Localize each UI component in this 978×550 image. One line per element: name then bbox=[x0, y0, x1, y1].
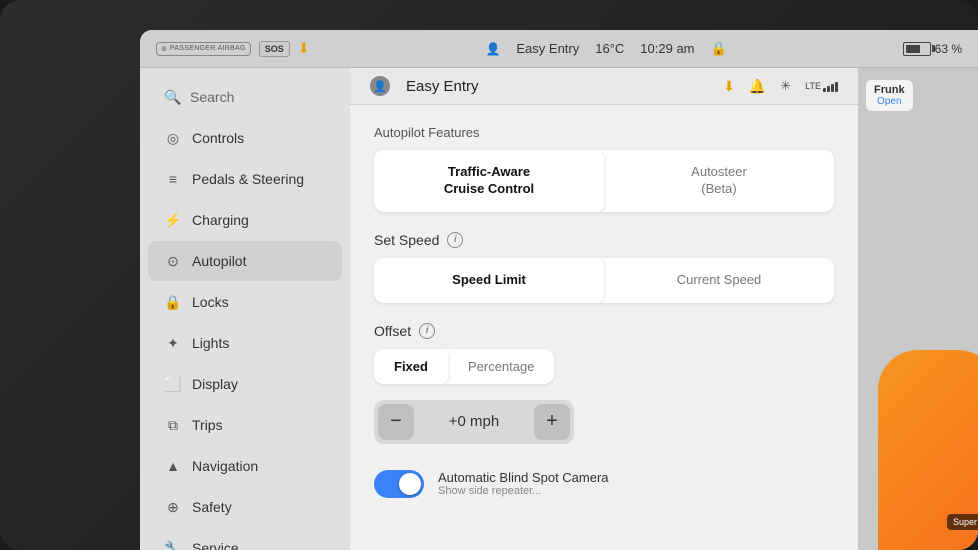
charging-icon: ⚡ bbox=[164, 211, 182, 229]
auto-blind-row: Automatic Blind Spot Camera Show side re… bbox=[374, 464, 834, 504]
topbar-icons: ⬇ 🔔 ✳ LTE bbox=[723, 78, 838, 95]
status-left: ⊘ PASSENGER AIRBAG SOS ⬇ bbox=[156, 40, 309, 57]
settings-content: Autopilot Features Traffic-Aware Cruise … bbox=[350, 105, 858, 550]
sidebar-item-pedals[interactable]: ≡ Pedals & Steering bbox=[148, 159, 342, 199]
main-topbar-title: Easy Entry bbox=[406, 78, 707, 95]
easy-entry-status: Easy Entry bbox=[516, 41, 579, 56]
sidebar-item-search[interactable]: 🔍 Search bbox=[148, 80, 342, 114]
speed-plus-btn[interactable]: + bbox=[534, 404, 570, 440]
temperature: 16°C bbox=[595, 41, 624, 56]
signal-bar-2 bbox=[827, 86, 830, 92]
locks-icon: 🔒 bbox=[164, 293, 182, 311]
set-speed-info-icon[interactable]: i bbox=[447, 232, 463, 248]
auto-blind-toggle[interactable] bbox=[374, 470, 424, 498]
signal-bar-4 bbox=[835, 82, 838, 92]
user-avatar: 👤 bbox=[370, 76, 390, 96]
service-icon: 🔧 bbox=[164, 539, 182, 550]
offset-label: Offset bbox=[374, 323, 411, 339]
signal-bar-3 bbox=[831, 84, 834, 92]
sidebar-item-display[interactable]: ⬜ Display bbox=[148, 364, 342, 404]
main-panel: 👤 Easy Entry ⬇ 🔔 ✳ LTE bbox=[350, 68, 858, 550]
trips-icon: ⧉ bbox=[164, 416, 182, 434]
signal-bar-1 bbox=[823, 88, 826, 92]
status-bar: ⊘ PASSENGER AIRBAG SOS ⬇ 👤 Easy Entry 16… bbox=[140, 30, 978, 68]
lte-signal-group: LTE bbox=[805, 80, 838, 92]
battery-fill bbox=[906, 45, 920, 53]
fixed-btn[interactable]: Fixed bbox=[374, 349, 448, 384]
status-center: 👤 Easy Entry 16°C 10:29 am 🔒 bbox=[321, 41, 890, 57]
offset-toggle-group: Fixed Percentage bbox=[374, 349, 554, 384]
download-status-icon: ⬇ bbox=[298, 40, 310, 57]
autosteer-btn[interactable]: Autosteer (Beta) bbox=[604, 150, 834, 212]
current-speed-btn[interactable]: Current Speed bbox=[604, 258, 834, 303]
lte-label: LTE bbox=[805, 81, 821, 91]
signal-bars bbox=[823, 80, 838, 92]
auto-blind-sublabel: Show side repeater... bbox=[438, 485, 609, 497]
clock: 10:29 am bbox=[640, 41, 694, 56]
speed-adjuster: − +0 mph + bbox=[374, 400, 574, 444]
traffic-cruise-btn[interactable]: Traffic-Aware Cruise Control bbox=[374, 150, 604, 212]
set-speed-label: Set Speed bbox=[374, 232, 439, 248]
sos-badge: SOS bbox=[259, 41, 290, 57]
status-right: 63 % bbox=[903, 42, 962, 56]
pedals-icon: ≡ bbox=[164, 170, 182, 188]
screen-wrapper: ⊘ PASSENGER AIRBAG SOS ⬇ 👤 Easy Entry 16… bbox=[0, 0, 978, 550]
car-panel: Frunk Open Super bbox=[858, 68, 978, 550]
super-badge: Super bbox=[947, 514, 978, 530]
sidebar-item-navigation[interactable]: ▲ Navigation bbox=[148, 446, 342, 486]
speed-limit-btn[interactable]: Speed Limit bbox=[374, 258, 604, 303]
auto-blind-text-group: Automatic Blind Spot Camera Show side re… bbox=[438, 470, 609, 497]
safety-icon: ⊕ bbox=[164, 498, 182, 516]
lights-icon: ✦ bbox=[164, 334, 182, 352]
toggle-thumb bbox=[399, 473, 421, 495]
set-speed-toggle-group: Speed Limit Current Speed bbox=[374, 258, 834, 303]
set-speed-row: Set Speed i bbox=[374, 232, 834, 248]
speed-value-display: +0 mph bbox=[449, 413, 499, 430]
offset-row: Offset i bbox=[374, 323, 834, 339]
sidebar-item-safety[interactable]: ⊕ Safety bbox=[148, 487, 342, 527]
airbag-label: PASSENGER AIRBAG bbox=[170, 45, 246, 52]
sidebar-item-autopilot[interactable]: ⊙ Autopilot bbox=[148, 241, 342, 281]
sidebar-item-controls[interactable]: ◎ Controls bbox=[148, 118, 342, 158]
main-topbar: 👤 Easy Entry ⬇ 🔔 ✳ LTE bbox=[350, 68, 858, 105]
sidebar-item-charging[interactable]: ⚡ Charging bbox=[148, 200, 342, 240]
navigation-icon: ▲ bbox=[164, 457, 182, 475]
sidebar-item-trips[interactable]: ⧉ Trips bbox=[148, 405, 342, 445]
display-icon: ⬜ bbox=[164, 375, 182, 393]
sidebar-item-lights[interactable]: ✦ Lights bbox=[148, 323, 342, 363]
autopilot-feature-toggle-group: Traffic-Aware Cruise Control Autosteer (… bbox=[374, 150, 834, 212]
topbar-bell-icon[interactable]: 🔔 bbox=[749, 78, 766, 95]
lock-icon: 🔒 bbox=[711, 41, 727, 57]
offset-info-icon[interactable]: i bbox=[419, 323, 435, 339]
battery-indicator: 63 % bbox=[903, 42, 962, 56]
autopilot-icon: ⊙ bbox=[164, 252, 182, 270]
passenger-airbag: ⊘ PASSENGER AIRBAG bbox=[156, 42, 251, 56]
auto-blind-label: Automatic Blind Spot Camera bbox=[438, 470, 609, 485]
frunk-status: Open bbox=[874, 96, 905, 107]
sidebar: 🔍 Search ◎ Controls ≡ Pedals & Steering … bbox=[140, 68, 350, 550]
sidebar-item-service[interactable]: 🔧 Service bbox=[148, 528, 342, 550]
controls-icon: ◎ bbox=[164, 129, 182, 147]
screen-inner: ⊘ PASSENGER AIRBAG SOS ⬇ 👤 Easy Entry 16… bbox=[140, 30, 978, 550]
topbar-download-icon[interactable]: ⬇ bbox=[723, 78, 735, 95]
frunk-badge[interactable]: Frunk Open bbox=[866, 80, 913, 111]
battery-icon bbox=[903, 42, 931, 56]
speed-minus-btn[interactable]: − bbox=[378, 404, 414, 440]
content-area: 🔍 Search ◎ Controls ≡ Pedals & Steering … bbox=[140, 68, 978, 550]
topbar-bluetooth-icon[interactable]: ✳ bbox=[780, 78, 791, 94]
autopilot-section-title: Autopilot Features bbox=[374, 125, 834, 140]
search-icon: 🔍 bbox=[164, 88, 182, 106]
battery-percent: 63 % bbox=[935, 42, 962, 56]
percentage-btn[interactable]: Percentage bbox=[448, 349, 555, 384]
sidebar-item-locks[interactable]: 🔒 Locks bbox=[148, 282, 342, 322]
frunk-label: Frunk bbox=[874, 84, 905, 96]
